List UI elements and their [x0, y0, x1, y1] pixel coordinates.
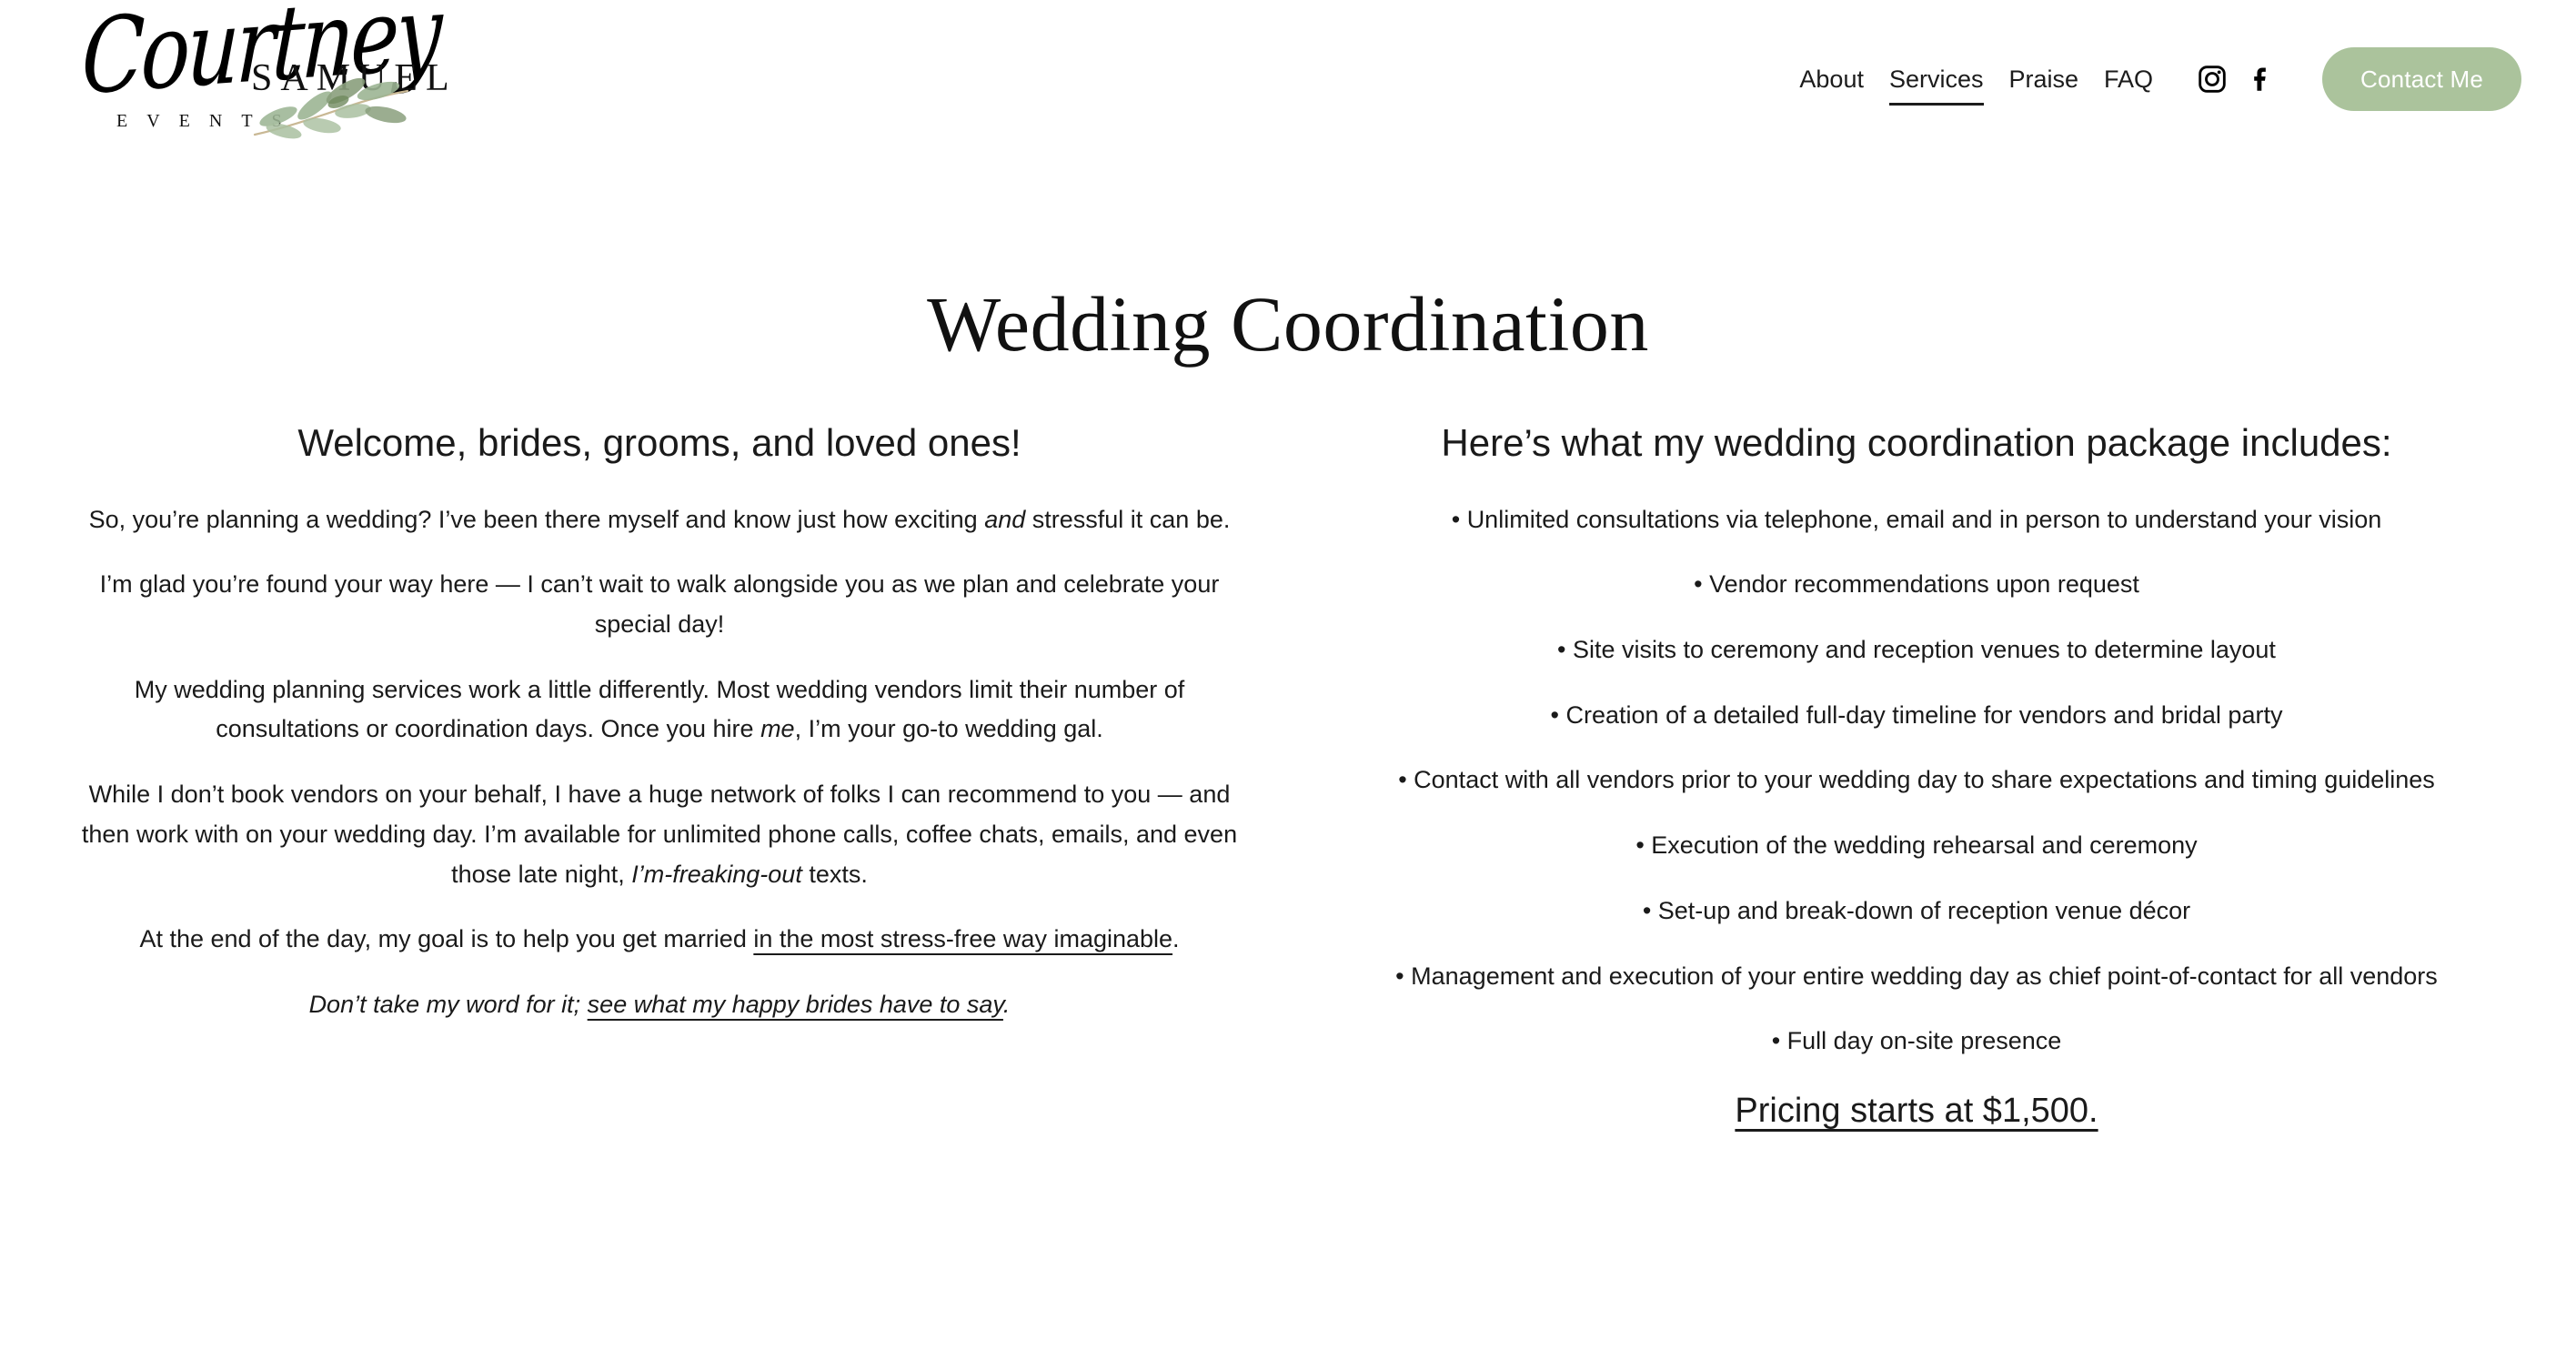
pricing-note: Pricing starts at $1,500.	[1735, 1092, 2098, 1131]
paragraph-text: At the end of the day, my goal is to hel…	[139, 925, 754, 953]
paragraph-text: , I’m your go-to wedding gal.	[794, 715, 1103, 743]
package-list-item-label: Creation of a detailed full-day timeline…	[1551, 701, 2283, 729]
nav-item-services[interactable]: Services	[1877, 66, 1997, 106]
paragraph: At the end of the day, my goal is to hel…	[64, 920, 1255, 960]
nav-item-faq[interactable]: FAQ	[2091, 66, 2166, 92]
paragraph-text: .	[1172, 925, 1180, 953]
emphasis-text: I’m-freaking-out	[631, 860, 802, 888]
social-links	[2193, 60, 2280, 98]
paragraph-text: Don’t take my word for it;	[308, 991, 588, 1019]
package-list-item-label: Set-up and break-down of reception venue…	[1643, 897, 2190, 924]
logo-last-name: SAMUEL	[251, 57, 458, 99]
paragraph-text: texts.	[801, 860, 868, 888]
page-title: Wedding Coordination	[927, 280, 1649, 368]
inline-link[interactable]: see what my happy brides have to say	[588, 991, 1003, 1018]
content-columns: Welcome, brides, grooms, and loved ones!…	[0, 419, 2576, 1135]
paragraph-text: I’m glad you’re found your way here — I …	[99, 570, 1220, 638]
paragraph-text: So, you’re planning a wedding? I’ve been…	[88, 505, 985, 533]
package-list-item-label: Execution of the wedding rehearsal and c…	[1635, 831, 2197, 859]
package-list-item: Creation of a detailed full-day timeline…	[1321, 696, 2512, 736]
site-logo[interactable]: Courtney SAMUEL EVENTS	[73, 0, 528, 198]
nav-item-praise[interactable]: Praise	[1997, 66, 2092, 92]
package-list: Unlimited consultations via telephone, e…	[1321, 500, 2512, 1063]
package-list-item-label: Vendor recommendations upon request	[1694, 570, 2139, 598]
package-list-item-label: Management and execution of your entire …	[1395, 962, 2438, 990]
inline-link[interactable]: in the most stress-free way imaginable	[753, 925, 1172, 952]
right-column: Here’s what my wedding coordination pack…	[1288, 419, 2545, 1135]
paragraph: I’m glad you’re found your way here — I …	[64, 565, 1255, 644]
right-column-heading: Here’s what my wedding coordination pack…	[1441, 421, 2392, 464]
package-list-item: Execution of the wedding rehearsal and c…	[1321, 826, 2512, 866]
site-header: Courtney SAMUEL EVENTS About Services Pr…	[0, 0, 2576, 232]
facebook-icon[interactable]	[2242, 60, 2280, 98]
contact-me-button[interactable]: Contact Me	[2322, 47, 2521, 111]
paragraph: While I don’t book vendors on your behal…	[64, 775, 1255, 894]
nav-item-about[interactable]: About	[1786, 66, 1877, 92]
emphasis-text: and	[984, 505, 1026, 533]
package-list-item-label: Full day on-site presence	[1772, 1027, 2062, 1054]
left-column: Welcome, brides, grooms, and loved ones!…	[31, 419, 1288, 1135]
package-list-item: Site visits to ceremony and reception ve…	[1321, 630, 2512, 670]
package-list-item: Contact with all vendors prior to your w…	[1321, 761, 2512, 801]
paragraph-text: stressful it can be.	[1025, 505, 1231, 533]
package-list-item: Vendor recommendations upon request	[1321, 565, 2512, 605]
left-column-heading: Welcome, brides, grooms, and loved ones!	[297, 421, 1021, 464]
paragraph-text: .	[1002, 991, 1011, 1019]
package-list-item: Unlimited consultations via telephone, e…	[1321, 500, 2512, 540]
package-list-item-label: Contact with all vendors prior to your w…	[1398, 766, 2435, 793]
package-list-item-label: Unlimited consultations via telephone, e…	[1452, 506, 2382, 533]
emphasis-text: me	[760, 715, 795, 743]
instagram-icon[interactable]	[2193, 60, 2231, 98]
left-column-body: So, you’re planning a wedding? I’ve been…	[64, 500, 1255, 1025]
main-navigation: About Services Praise FAQ Contact Me	[1786, 47, 2521, 111]
package-list-item-label: Site visits to ceremony and reception ve…	[1557, 636, 2276, 663]
package-list-item: Full day on-site presence	[1321, 1022, 2512, 1062]
package-list-item: Management and execution of your entire …	[1321, 957, 2512, 997]
paragraph: So, you’re planning a wedding? I’ve been…	[64, 500, 1255, 540]
paragraph: Don’t take my word for it; see what my h…	[64, 985, 1255, 1025]
package-list-item: Set-up and break-down of reception venue…	[1321, 892, 2512, 932]
logo-tagline: EVENTS	[116, 111, 301, 131]
paragraph: My wedding planning services work a litt…	[64, 670, 1255, 750]
